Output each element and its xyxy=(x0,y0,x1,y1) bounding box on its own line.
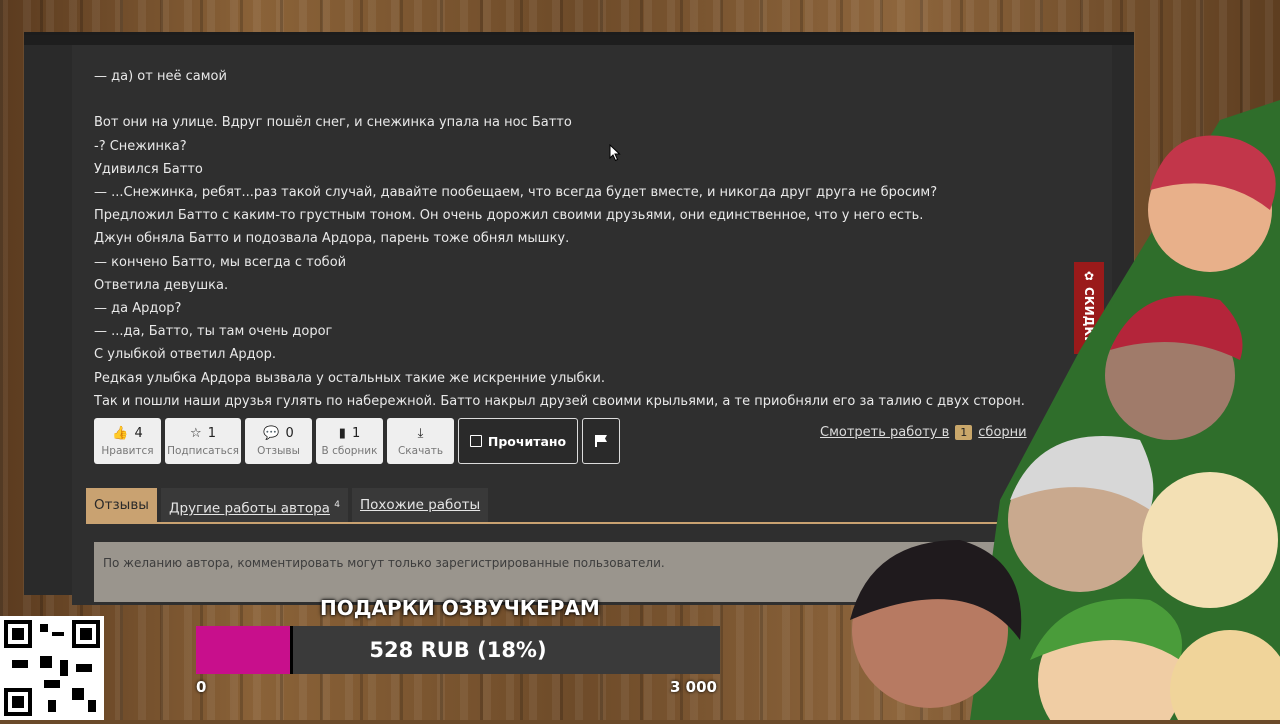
donation-min: 0 xyxy=(196,678,207,696)
add-to-collection-button[interactable]: ▮ 1 В сборник xyxy=(316,418,383,464)
download-icon: ⤓ xyxy=(417,425,424,441)
reviews-button[interactable]: 💬 0 Отзывы xyxy=(245,418,312,464)
window-top-bar xyxy=(24,35,1134,45)
subscribe-button[interactable]: ☆ 1 Подписаться xyxy=(165,418,241,464)
book-icon: ▮ xyxy=(338,425,346,441)
tab-author-works[interactable]: Другие работы автора 4 xyxy=(160,488,348,522)
thumbs-up-icon: 👍 xyxy=(112,425,129,441)
qr-code xyxy=(0,616,104,720)
star-icon: ☆ xyxy=(190,425,202,441)
report-button[interactable] xyxy=(582,418,620,464)
flag-icon xyxy=(595,435,607,447)
qr-code-pattern xyxy=(4,620,100,716)
tab-similar-works[interactable]: Похожие работы xyxy=(352,488,489,522)
donation-amount: 528 RUB (18%) xyxy=(369,638,547,662)
donation-title: ПОДАРКИ ОЗВУЧКЕРАМ xyxy=(320,596,600,620)
mouse-cursor-icon xyxy=(609,144,621,162)
streamer-characters-illustration xyxy=(850,100,1280,720)
action-buttons: 👍 4 Нравится ☆ 1 Подписаться 💬 0 Отзывы ▮ 1 … xyxy=(94,418,620,464)
donation-goal: 3 000 xyxy=(670,678,717,696)
mark-read-button[interactable]: Прочитано xyxy=(458,418,578,464)
story-line: — да) от неё самой xyxy=(94,69,227,84)
donation-progress-bar: 528 RUB (18%) xyxy=(196,626,720,674)
checkbox-icon xyxy=(469,435,482,447)
tab-reviews[interactable]: Отзывы xyxy=(86,488,157,522)
tab-bar: Отзывы Другие работы автора 4 Похожие ра… xyxy=(86,488,489,522)
like-button[interactable]: 👍 4 Нравится xyxy=(94,418,161,464)
comment-icon: 💬 xyxy=(263,425,280,441)
download-button[interactable]: ⤓ Скачать xyxy=(387,418,454,464)
